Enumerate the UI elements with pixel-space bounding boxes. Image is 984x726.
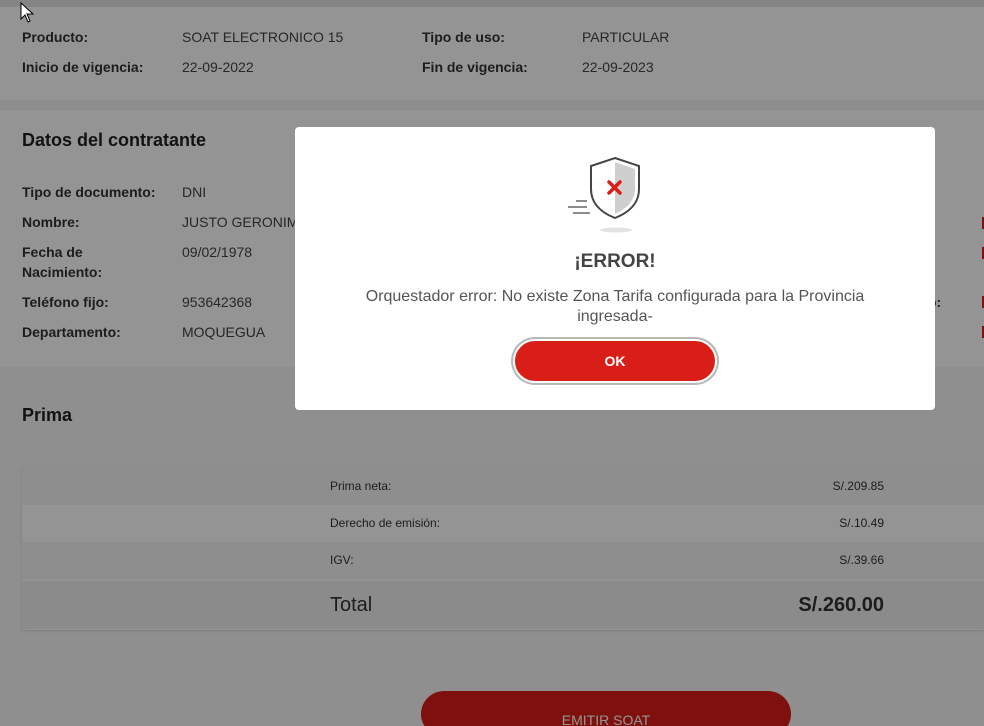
ok-button[interactable]: OK: [513, 339, 717, 383]
dialog-message: Orquestador error: No existe Zona Tarifa…: [365, 288, 865, 325]
shield-error-icon: [568, 156, 640, 233]
mouse-pointer-icon: [20, 2, 35, 23]
dialog-title: ¡ERROR!: [574, 251, 656, 272]
error-dialog: ¡ERROR! Orquestador error: No existe Zon…: [295, 127, 935, 410]
